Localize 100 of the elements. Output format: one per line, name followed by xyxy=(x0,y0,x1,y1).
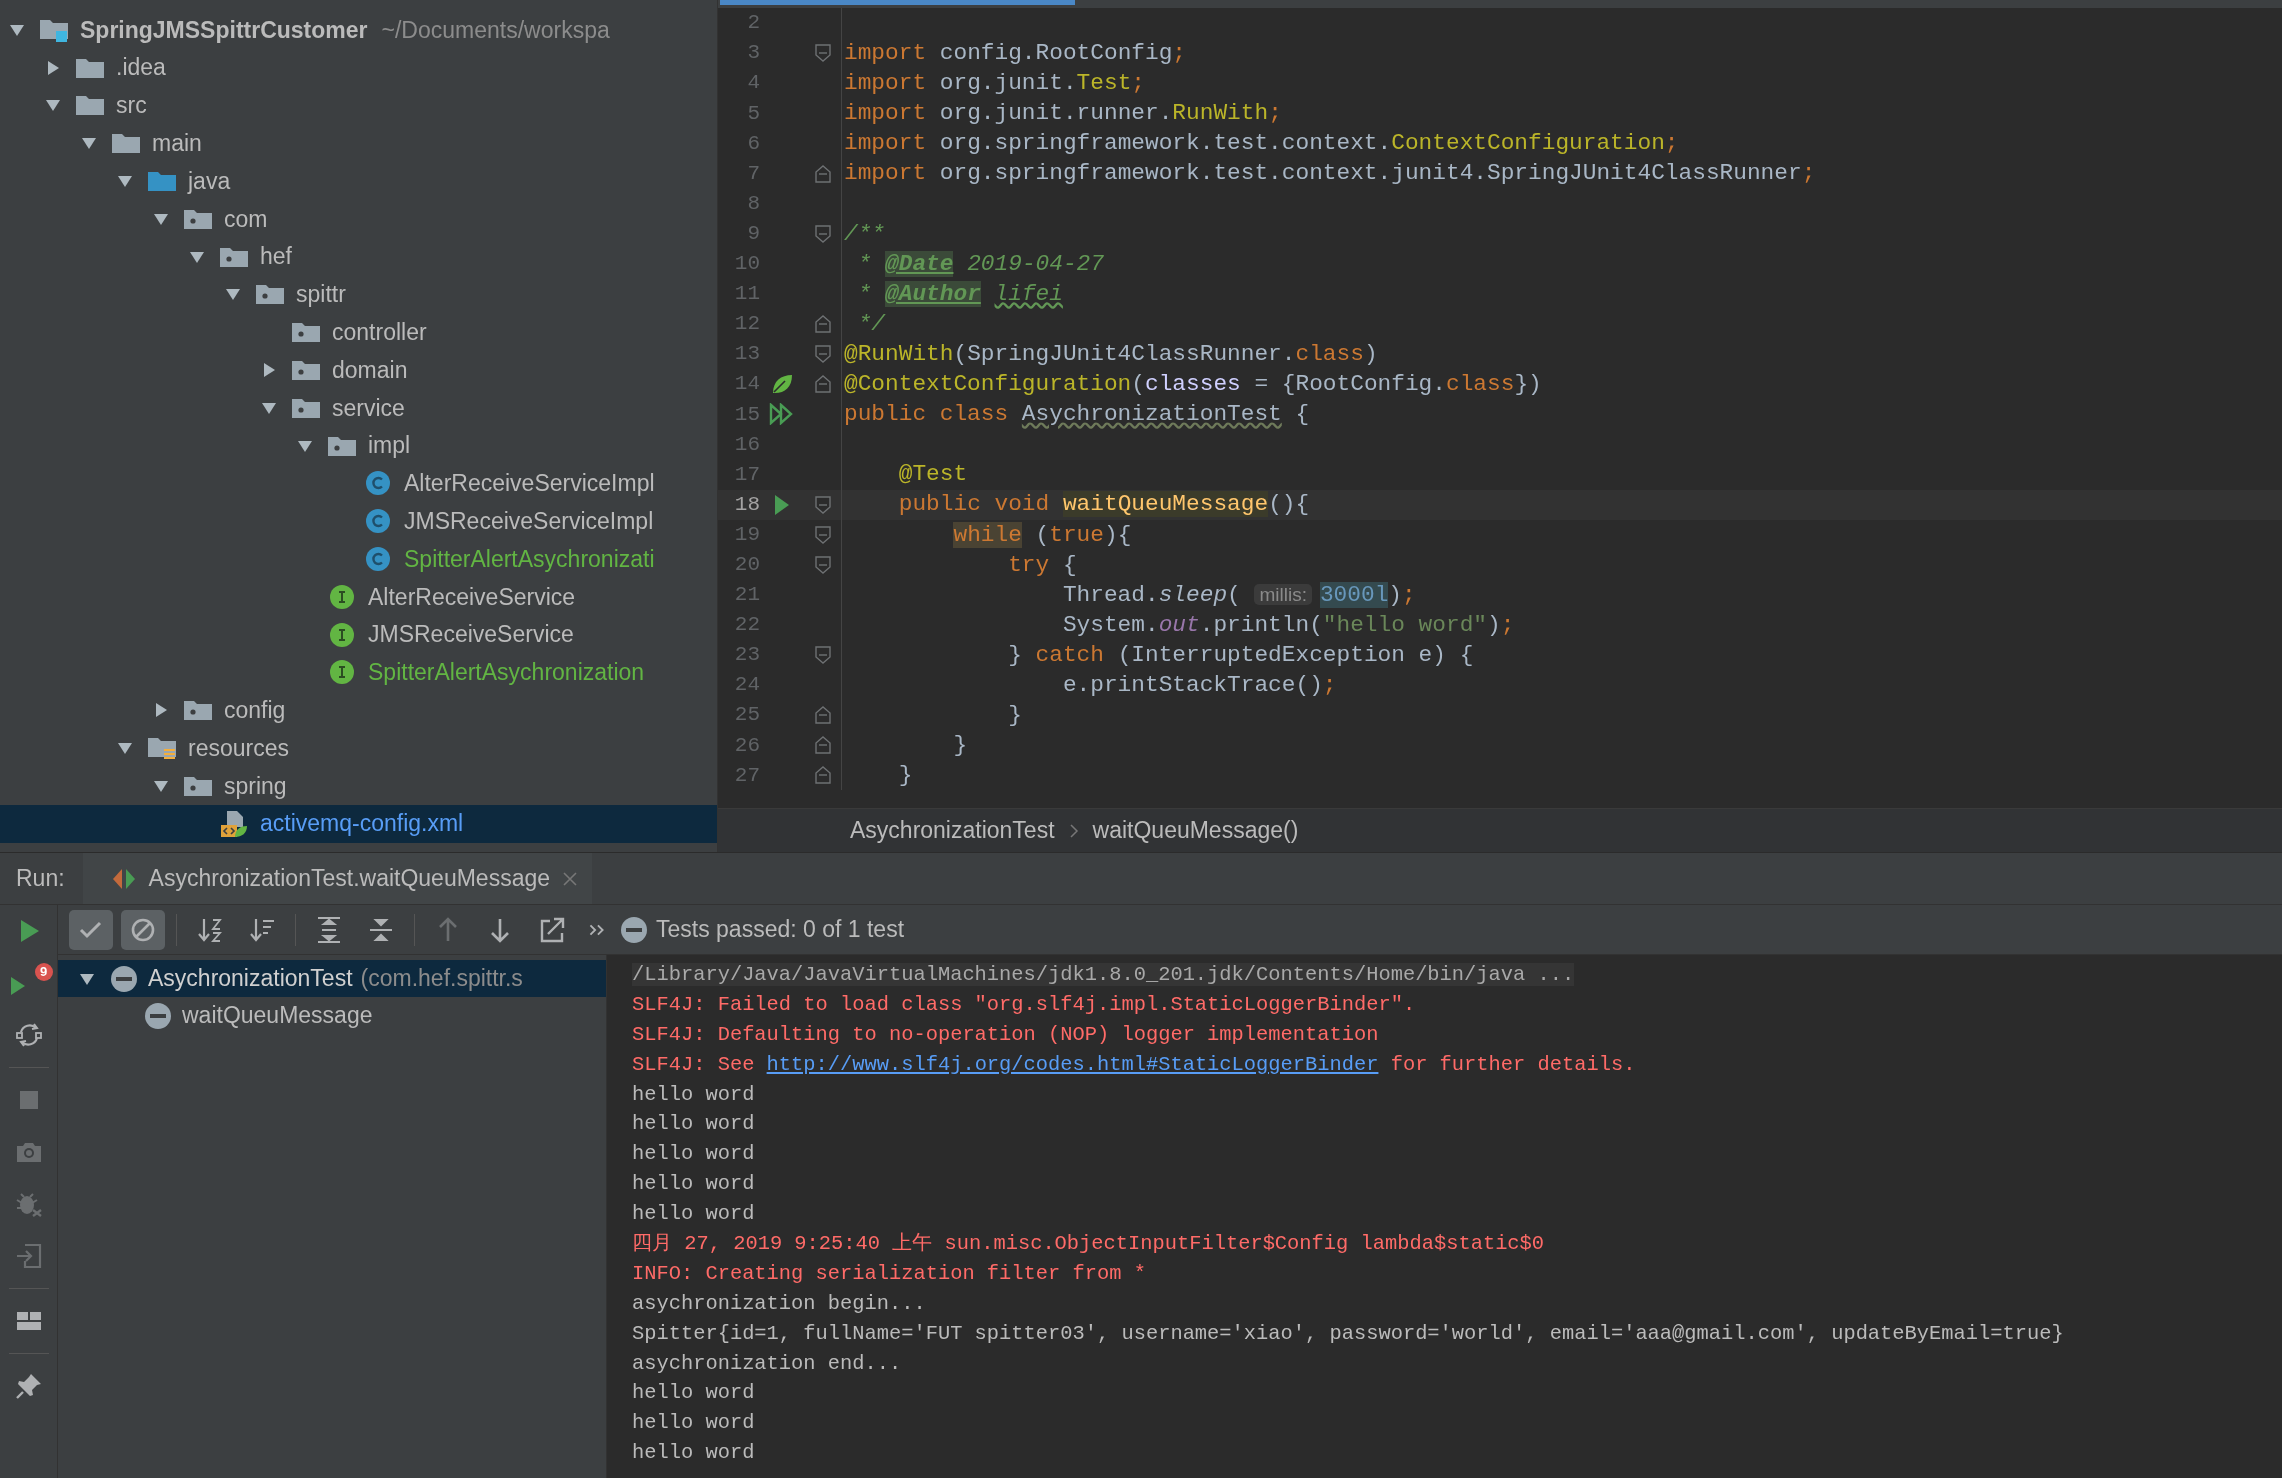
fold-icon[interactable] xyxy=(813,735,832,756)
package-folder-icon xyxy=(183,698,213,723)
code-line: * @Author lifei xyxy=(856,279,1063,309)
run-tab[interactable]: AsychronizationTest.waitQueuMessage xyxy=(82,853,592,904)
line-number: 9 xyxy=(746,220,760,247)
tree-item-label[interactable]: SpitterAlertAsychronization xyxy=(368,655,645,690)
line-number: 19 xyxy=(733,521,760,548)
line-number: 10 xyxy=(733,251,760,278)
tree-item-label[interactable]: .idea xyxy=(116,50,166,85)
caret-down-icon[interactable] xyxy=(9,22,25,37)
console-line: SLF4J: Defaulting to no-operation (NOP) logger implementation xyxy=(632,1021,1380,1048)
tree-item-label[interactable]: config xyxy=(224,693,286,728)
interface-icon xyxy=(329,659,355,686)
breadcrumb[interactable]: AsychronizationTest xyxy=(850,813,1055,848)
code-line: e.printStackTrace(); xyxy=(1061,671,1337,700)
code-line: Thread.sleep( millis: 3000l); xyxy=(1061,580,1416,610)
double-play-icon[interactable] xyxy=(769,403,795,426)
test-package: (com.hef.spittr.s xyxy=(360,964,523,994)
tree-item-label[interactable]: controller xyxy=(332,315,427,350)
test-name[interactable]: AsychronizationTest xyxy=(148,961,353,996)
tree-item-label[interactable]: hef xyxy=(260,239,292,274)
caret-right-icon[interactable] xyxy=(262,362,276,379)
line-number: 17 xyxy=(733,461,760,488)
fold-icon[interactable] xyxy=(813,314,832,334)
tree-item-label[interactable]: SpitterAlertAsychronizati xyxy=(404,541,655,577)
toolbar-button[interactable] xyxy=(121,909,165,950)
tree-item-label[interactable]: SpringJMSSpittrCustomer xyxy=(80,12,368,48)
class-icon xyxy=(365,546,391,573)
minus-circle-icon xyxy=(144,1001,172,1030)
tree-item-label[interactable]: com xyxy=(224,201,268,237)
tree-item-label[interactable]: service xyxy=(332,390,405,426)
fold-icon[interactable] xyxy=(813,765,832,786)
tree-item-highlight[interactable]: activemq-config.xml xyxy=(0,804,717,843)
line-number: 15 xyxy=(733,401,760,428)
fold-icon[interactable] xyxy=(813,223,832,244)
breadcrumb[interactable]: waitQueuMessage() xyxy=(1092,813,1299,848)
tree-item-label[interactable]: AlterReceiveServiceImpl xyxy=(404,466,655,501)
fold-icon[interactable] xyxy=(813,163,832,184)
line-number: 21 xyxy=(733,582,760,609)
fold-icon[interactable] xyxy=(813,645,832,665)
caret-down-icon[interactable] xyxy=(79,971,95,986)
tree-item-label[interactable]: JMSReceiveServiceImpl xyxy=(404,504,654,539)
code-line: @RunWith(SpringJUnit4ClassRunner.class) xyxy=(844,340,1378,369)
console-line: 四月 27, 2019 9:25:40 上午 sun.misc.ObjectInputFilter$Config lambda$static$0 xyxy=(632,1231,1546,1257)
line-number: 26 xyxy=(733,732,760,759)
tree-item-label[interactable]: spring xyxy=(224,768,287,804)
caret-down-icon[interactable] xyxy=(153,211,169,226)
caret-down-icon[interactable] xyxy=(225,287,241,302)
line-number: 5 xyxy=(746,100,760,127)
console-line: hello word xyxy=(632,1410,756,1437)
fold-icon[interactable] xyxy=(813,344,832,365)
console-line: Spitter{id=1, fullName='FUT spitter03', username='xiao', password='world', email='aaa@gmail.com', updateByEmail=true} xyxy=(632,1320,2065,1347)
fold-icon[interactable] xyxy=(813,524,832,545)
tree-item-highlight[interactable]: AsychronizationTest (com.hef.spittr.s xyxy=(58,960,606,997)
fold-icon[interactable] xyxy=(813,43,832,64)
code-line: while (true){ xyxy=(952,520,1132,550)
package-folder-icon xyxy=(291,358,321,383)
caret-down-icon[interactable] xyxy=(297,438,313,453)
console-line: hello word xyxy=(632,1440,756,1467)
test-name[interactable]: waitQueuMessage xyxy=(182,998,373,1033)
caret-down-icon[interactable] xyxy=(189,249,205,264)
code-line: import org.springframework.test.context.junit4.SpringJUnit4ClassRunner; xyxy=(844,159,1816,189)
fold-icon[interactable] xyxy=(813,705,832,726)
caret-down-icon[interactable] xyxy=(81,136,97,151)
console-line: SLF4J: Failed to load class "org.slf4j.impl.StaticLoggerBinder". xyxy=(632,991,1417,1018)
toolbar-button[interactable] xyxy=(69,909,113,950)
tree-item-label[interactable]: spittr xyxy=(296,277,346,312)
tree-item-label[interactable]: domain xyxy=(332,352,408,388)
tree-item-label[interactable]: src xyxy=(116,88,147,123)
tree-item-label[interactable]: AlterReceiveService xyxy=(368,579,576,615)
caret-right-icon[interactable] xyxy=(46,59,60,76)
caret-down-icon[interactable] xyxy=(153,778,169,793)
tree-item-label[interactable]: java xyxy=(188,163,231,199)
fold-icon[interactable] xyxy=(813,494,832,515)
folder-icon xyxy=(111,131,141,156)
caret-down-icon[interactable] xyxy=(45,98,61,113)
caret-down-icon[interactable] xyxy=(261,400,277,415)
line-number: 27 xyxy=(733,762,760,789)
tree-item-label[interactable]: resources xyxy=(188,730,289,766)
code-line: public void waitQueuMessage(){ xyxy=(897,490,1310,520)
tree-item-label[interactable]: JMSReceiveService xyxy=(368,617,574,652)
tree-item-label[interactable]: main xyxy=(152,126,202,161)
caret-down-icon[interactable] xyxy=(117,174,133,189)
caret-right-icon[interactable] xyxy=(154,702,168,719)
link[interactable]: http://www.slf4j.org/codes.html#StaticLoggerBinder xyxy=(766,1052,1379,1076)
play-icon[interactable] xyxy=(773,493,791,516)
tree-item-label[interactable]: impl xyxy=(368,428,411,463)
fold-icon[interactable] xyxy=(813,554,832,575)
code-line: import org.junit.Test; xyxy=(844,69,1145,99)
code-line: try { xyxy=(1007,550,1077,580)
line-number: 24 xyxy=(733,672,760,699)
fold-icon[interactable] xyxy=(813,374,832,395)
caret-down-icon[interactable] xyxy=(117,741,133,756)
console-line: hello word xyxy=(632,1081,756,1108)
code-line: import config.RootConfig; xyxy=(844,39,1187,69)
folder-icon xyxy=(147,169,177,194)
tree-item-label[interactable]: activemq-config.xml xyxy=(260,806,464,841)
panel-label: Run: xyxy=(15,864,66,894)
code-line: } catch (InterruptedException e) { xyxy=(1007,640,1474,670)
console-line: hello word xyxy=(632,1171,756,1198)
